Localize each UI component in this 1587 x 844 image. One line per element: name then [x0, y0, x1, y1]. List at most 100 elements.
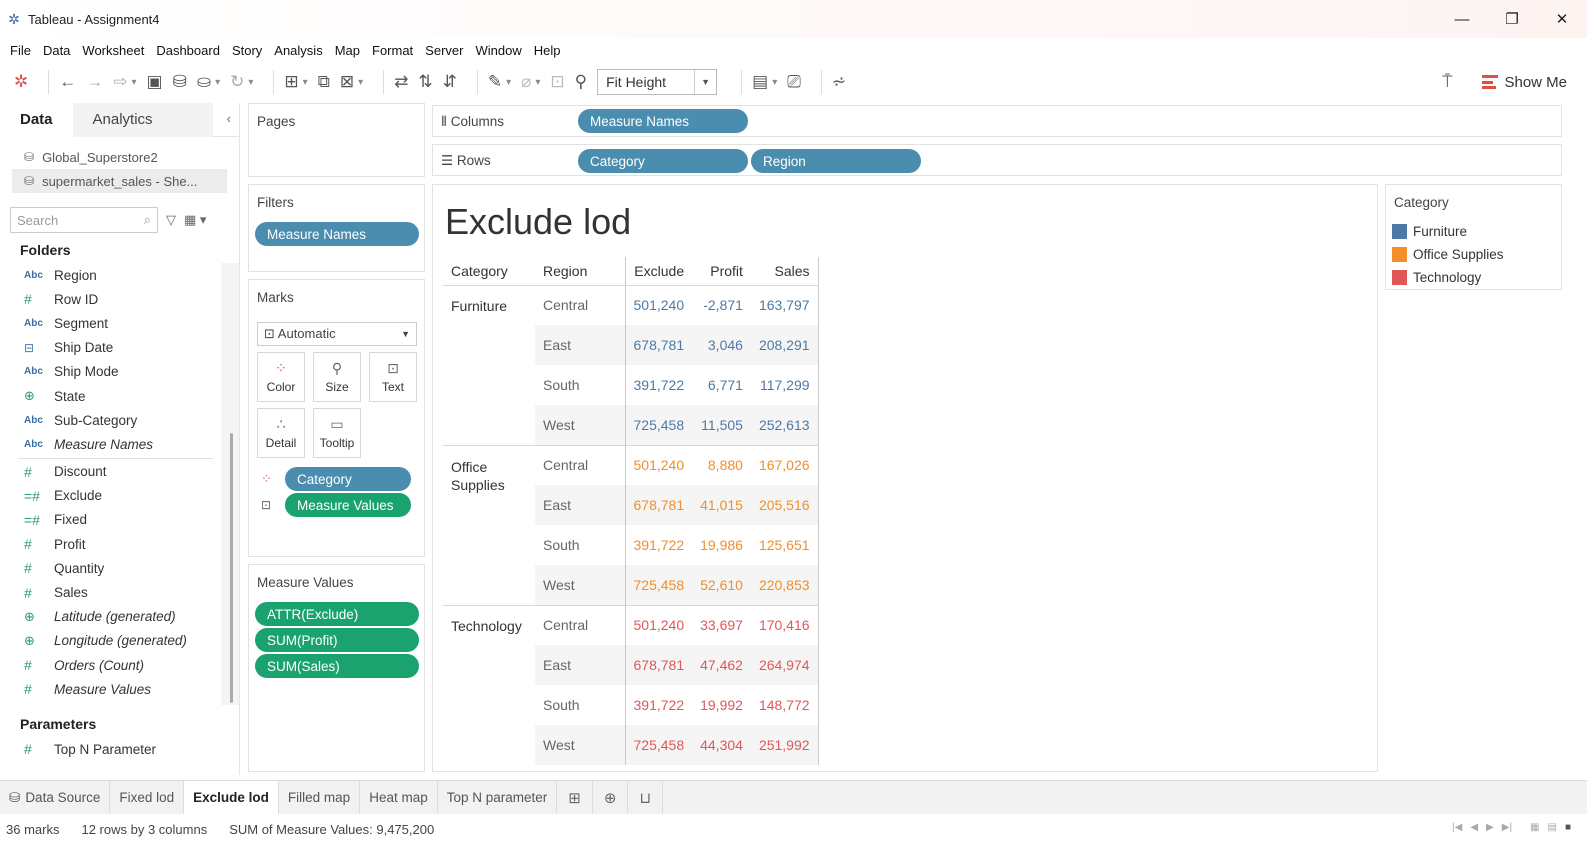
- clear-sheet-icon[interactable]: ⊠: [340, 72, 354, 92]
- clear-dropdown-icon[interactable]: ▾: [358, 77, 363, 88]
- sheet-tab-filled-map[interactable]: Filled map: [279, 780, 361, 815]
- sheet-tab-heat-map[interactable]: Heat map: [360, 780, 438, 815]
- collapse-pane-icon[interactable]: ‹: [227, 111, 231, 126]
- new-story-tab-icon[interactable]: ⊔: [628, 780, 664, 815]
- prev-sheet-icon[interactable]: ◀: [1470, 822, 1478, 833]
- region-cell[interactable]: West: [535, 565, 625, 605]
- mv-pill-sum-profit[interactable]: SUM(Profit): [255, 628, 419, 652]
- datasource-dropdown-icon[interactable]: ▾: [215, 77, 220, 88]
- swap-rows-columns-icon[interactable]: ⇄: [394, 72, 408, 92]
- mark-pill-measure-values[interactable]: Measure Values: [285, 493, 411, 517]
- new-datasource-icon[interactable]: ⛁: [173, 72, 187, 92]
- header-region[interactable]: Region: [535, 257, 625, 286]
- field-sub-category[interactable]: Abc Sub-Category: [0, 408, 239, 432]
- sheet-tab-fixed-lod[interactable]: Fixed lod: [110, 780, 185, 815]
- sales-value-cell[interactable]: 205,516: [750, 485, 819, 525]
- region-cell[interactable]: Central: [535, 604, 625, 645]
- mv-pill-attr-exclude[interactable]: ATTR(Exclude): [255, 602, 419, 626]
- cards-dropdown-icon[interactable]: ▾: [772, 77, 777, 88]
- tab-data[interactable]: Data: [0, 102, 73, 137]
- legend-item-technology[interactable]: Technology: [1392, 268, 1481, 286]
- menu-data[interactable]: Data: [37, 43, 76, 58]
- refresh-icon[interactable]: ↻: [230, 72, 244, 92]
- new-worksheet-dropdown-icon[interactable]: ▾: [303, 77, 308, 88]
- pages-card[interactable]: Pages: [248, 103, 425, 177]
- menu-story[interactable]: Story: [226, 43, 268, 58]
- sheet-tab-top-n-parameter[interactable]: Top N parameter: [438, 780, 558, 815]
- refresh-dropdown-icon[interactable]: ▾: [248, 77, 253, 88]
- undo-icon[interactable]: ←: [59, 72, 76, 92]
- field-state[interactable]: ⊕ State: [0, 384, 239, 408]
- profit-value-cell[interactable]: 47,462: [692, 645, 751, 685]
- grid-view-icon[interactable]: ▦: [1530, 822, 1539, 833]
- profit-value-cell[interactable]: 8,880: [692, 444, 751, 485]
- highlight-icon[interactable]: ✎: [488, 72, 502, 92]
- profit-value-cell[interactable]: 33,697: [692, 604, 751, 645]
- field-discount[interactable]: # Discount: [0, 460, 239, 484]
- group-members-icon[interactable]: ⌀: [521, 72, 531, 92]
- header-profit[interactable]: Profit: [692, 257, 751, 286]
- row-pill-category[interactable]: Category: [578, 149, 748, 173]
- header-category[interactable]: Category: [443, 257, 535, 286]
- field-fixed[interactable]: =# Fixed: [0, 508, 239, 532]
- exclude-value-cell[interactable]: 501,240: [624, 285, 693, 325]
- sales-value-cell[interactable]: 208,291: [750, 325, 819, 365]
- sales-value-cell[interactable]: 167,026: [750, 444, 819, 485]
- last-sheet-icon[interactable]: ▶|: [1502, 822, 1512, 833]
- exclude-value-cell[interactable]: 678,781: [624, 645, 693, 685]
- sort-ascending-icon[interactable]: ⇅: [418, 72, 432, 92]
- datasource-item-active[interactable]: ⛁ supermarket_sales - She...: [12, 169, 227, 193]
- exclude-value-cell[interactable]: 725,458: [624, 725, 693, 765]
- exclude-value-cell[interactable]: 678,781: [624, 325, 693, 365]
- next-sheet-icon[interactable]: ▶: [1486, 822, 1494, 833]
- exclude-value-cell[interactable]: 501,240: [624, 444, 693, 485]
- sales-value-cell[interactable]: 125,651: [750, 525, 819, 565]
- field-segment[interactable]: Abc Segment: [0, 311, 239, 335]
- profit-value-cell[interactable]: 41,015: [692, 485, 751, 525]
- pause-updates-icon[interactable]: ⛀: [197, 72, 211, 92]
- replay-icon[interactable]: ⇨: [113, 72, 127, 92]
- menu-file[interactable]: File: [4, 43, 37, 58]
- size-card[interactable]: ⚲ Size: [313, 352, 361, 402]
- menu-analysis[interactable]: Analysis: [268, 43, 328, 58]
- menu-worksheet[interactable]: Worksheet: [76, 43, 150, 58]
- new-dashboard-tab-icon[interactable]: ⊕: [593, 780, 629, 815]
- highlight-dropdown-icon[interactable]: ▾: [506, 77, 511, 88]
- field-row-id[interactable]: # Row ID: [0, 287, 239, 311]
- text-card[interactable]: ⊡ Text: [369, 352, 417, 402]
- field-latitude-generated[interactable]: ⊕ Latitude (generated): [0, 605, 239, 629]
- show-labels-icon[interactable]: ⊡: [550, 72, 564, 92]
- region-cell[interactable]: East: [535, 485, 625, 525]
- profit-value-cell[interactable]: 3,046: [692, 325, 751, 365]
- menu-map[interactable]: Map: [329, 43, 366, 58]
- tab-analytics[interactable]: Analytics: [72, 102, 213, 137]
- mark-pill-category[interactable]: Category: [285, 467, 411, 491]
- search-input[interactable]: Search ⌕: [10, 207, 158, 233]
- detail-card[interactable]: ∴ Detail: [257, 408, 305, 458]
- menu-window[interactable]: Window: [469, 43, 527, 58]
- presentation-mode-icon[interactable]: ⎚: [787, 72, 801, 92]
- exclude-value-cell[interactable]: 391,722: [624, 525, 693, 565]
- show-cards-icon[interactable]: ▤: [752, 72, 768, 92]
- region-cell[interactable]: West: [535, 725, 625, 765]
- profit-value-cell[interactable]: 11,505: [692, 405, 751, 445]
- field-longitude-generated[interactable]: ⊕ Longitude (generated): [0, 629, 239, 653]
- region-cell[interactable]: West: [535, 405, 625, 445]
- field-profit[interactable]: # Profit: [0, 532, 239, 556]
- tab-data-source[interactable]: ⛁ Data Source: [0, 780, 111, 815]
- group-dropdown-icon[interactable]: ▾: [535, 77, 540, 88]
- legend-item-office-supplies[interactable]: Office Supplies: [1392, 245, 1504, 263]
- save-icon[interactable]: ▣: [147, 72, 163, 92]
- show-me-button[interactable]: Show Me: [1482, 74, 1567, 91]
- region-cell[interactable]: East: [535, 645, 625, 685]
- sales-value-cell[interactable]: 220,853: [750, 565, 819, 605]
- sheet-tab-exclude-lod[interactable]: Exclude lod: [184, 780, 279, 815]
- replay-dropdown-icon[interactable]: ▾: [132, 77, 137, 88]
- tabs-view-icon[interactable]: ■: [1565, 822, 1571, 833]
- region-cell[interactable]: South: [535, 685, 625, 725]
- tableau-home-icon[interactable]: ✲: [14, 72, 28, 92]
- view-options-icon[interactable]: ▦ ▾: [184, 212, 206, 228]
- fix-axes-icon[interactable]: ⚲: [575, 72, 587, 92]
- filmstrip-view-icon[interactable]: ▤: [1548, 822, 1557, 833]
- scrollbar-thumb[interactable]: [230, 433, 233, 703]
